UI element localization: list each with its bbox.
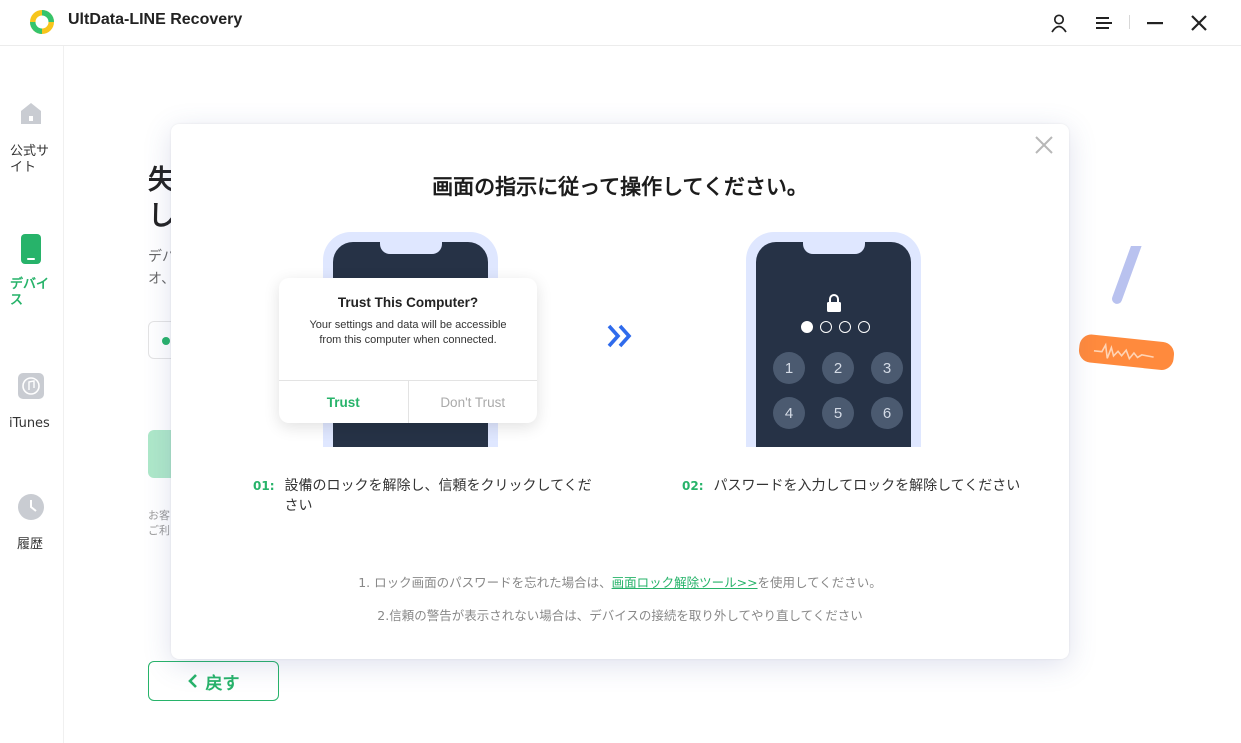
- home-icon: [17, 98, 45, 128]
- pin-dot: [801, 321, 813, 333]
- keypad-key: 6: [871, 397, 903, 429]
- back-button-label: 戻す: [205, 673, 240, 694]
- usb-cable-illustration: [1078, 246, 1175, 370]
- close-window-button[interactable]: [1185, 9, 1213, 37]
- sidebar-item-label: デバイス: [10, 277, 50, 308]
- trust-dialog-buttons: Trust Don't Trust: [279, 380, 537, 423]
- minimize-button[interactable]: [1141, 9, 1169, 37]
- titlebar-separator: [1129, 15, 1130, 29]
- trust-dialog: Trust This Computer? Your settings and d…: [279, 278, 537, 423]
- clock-icon: [17, 492, 45, 522]
- note-forgot-password: 1. ロック画面のパスワードを忘れた場合は、画面ロック解除ツール>>を使用してく…: [171, 572, 1069, 591]
- trust-button: Trust: [279, 381, 409, 423]
- lock-icon: [827, 294, 841, 312]
- step-number: 02:: [682, 479, 704, 493]
- note-trust-warning: 2.信頼の警告が表示されない場合は、デバイスの接続を取り外してやり直してください: [377, 608, 863, 623]
- app-title: UltData-LINE Recovery: [68, 11, 243, 28]
- phone-notch: [380, 242, 442, 254]
- step-text: パスワードを入力してロックを解除してください: [713, 478, 1021, 494]
- phone-icon: [17, 234, 45, 264]
- keypad-key: 5: [822, 397, 854, 429]
- step-text: 設備のロックを解除し、信頼をクリックしてください: [284, 478, 592, 514]
- keypad-key: 2: [822, 352, 854, 384]
- trust-dialog-message: Your settings and data will be accessibl…: [309, 319, 507, 346]
- sidebar-item-history[interactable]: 履歴: [0, 492, 64, 557]
- double-chevron-right-icon: [607, 324, 632, 348]
- step-1: 01: 設備のロックを解除し、信頼をクリックしてください: [253, 476, 593, 516]
- minimize-icon: [1147, 22, 1163, 25]
- keypad-key: 3: [871, 352, 903, 384]
- sidebar: 公式サイト デバイス iTunes 履歴: [0, 46, 64, 743]
- close-icon: [1191, 15, 1207, 31]
- phone-notch: [803, 242, 865, 254]
- user-icon: [1051, 14, 1067, 33]
- pin-dot: [858, 321, 870, 333]
- pin-dot: [820, 321, 832, 333]
- app-logo-icon: [30, 10, 54, 34]
- itunes-icon: [17, 371, 45, 401]
- pin-dot: [839, 321, 851, 333]
- sidebar-item-device[interactable]: デバイス: [0, 234, 64, 316]
- phone-illustration-passcode: 1 2 3 4 5 6: [746, 232, 921, 447]
- step-number: 01:: [253, 479, 275, 493]
- keypad-key: 4: [773, 397, 805, 429]
- back-button[interactable]: 戻す: [148, 661, 279, 701]
- note-text: 1. ロック画面のパスワードを忘れた場合は、: [358, 575, 612, 590]
- sidebar-item-official-site[interactable]: 公式サイト: [0, 98, 64, 180]
- step-2: 02: パスワードを入力してロックを解除してください: [682, 476, 1022, 496]
- keypad: 1 2 3 4 5 6: [773, 352, 903, 429]
- note-text: を使用してください。: [757, 575, 882, 590]
- status-dot: [162, 337, 170, 345]
- dont-trust-button: Don't Trust: [440, 394, 506, 410]
- close-icon[interactable]: [1033, 134, 1055, 156]
- menu-icon: [1096, 17, 1112, 29]
- sidebar-item-label: iTunes: [9, 416, 50, 431]
- keypad-key: 1: [773, 352, 805, 384]
- instruction-modal: 画面の指示に従って操作してください。 Trust This Computer? …: [171, 124, 1069, 659]
- phone-screen: 1 2 3 4 5 6: [756, 242, 911, 447]
- chevron-left-icon: [187, 674, 197, 688]
- menu-button[interactable]: [1090, 9, 1118, 37]
- trust-dialog-title: Trust This Computer?: [337, 295, 479, 310]
- sidebar-item-label: 履歴: [17, 537, 44, 552]
- pin-indicator: [801, 321, 870, 333]
- unlock-tool-link[interactable]: 画面ロック解除ツール>>: [612, 575, 758, 590]
- account-button[interactable]: [1045, 9, 1073, 37]
- title-bar: UltData-LINE Recovery: [0, 0, 1241, 46]
- sidebar-item-label: 公式サイト: [10, 144, 50, 175]
- modal-title: 画面の指示に従って操作してください。: [432, 175, 808, 199]
- sidebar-item-itunes[interactable]: iTunes: [0, 371, 64, 436]
